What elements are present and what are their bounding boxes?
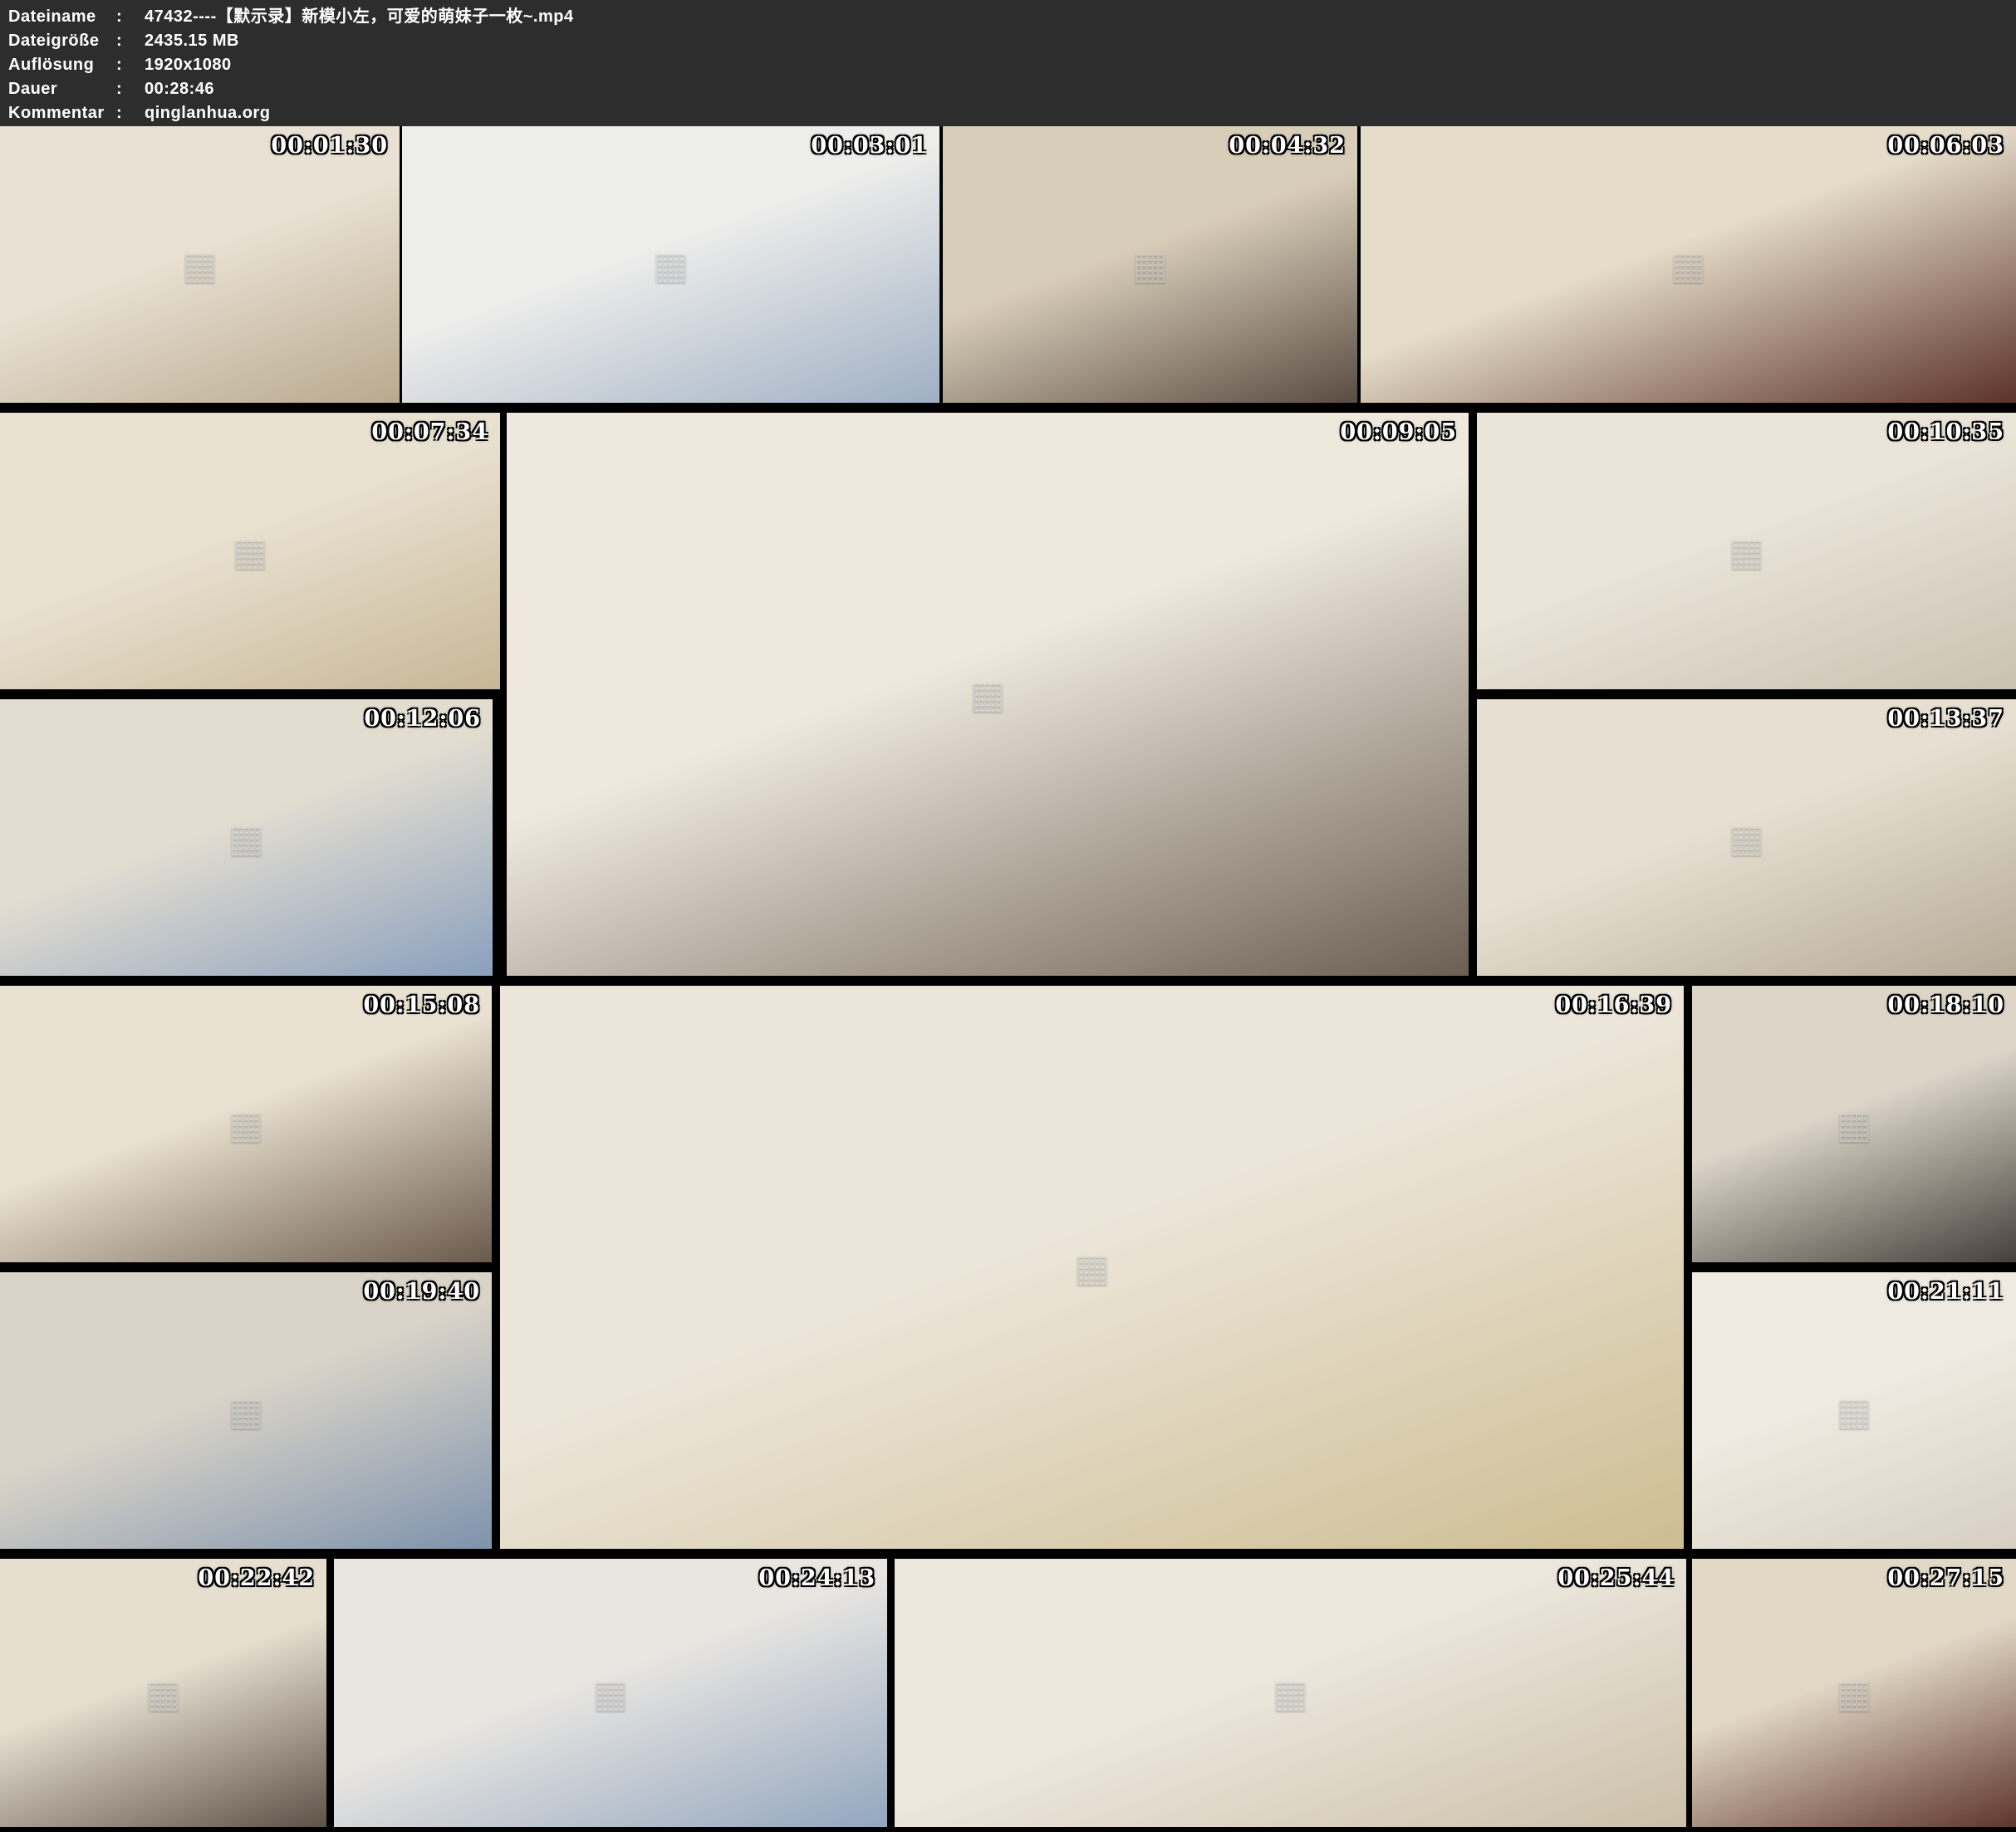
separator: : [116, 53, 145, 77]
film-frame-icon: ▦ [1836, 1102, 1871, 1147]
film-frame-icon: ▦ [1273, 1671, 1308, 1716]
file-name-label: Dateiname [8, 5, 116, 29]
timestamp-overlay: 00:22:42 [198, 1565, 315, 1591]
video-frame-thumbnail: ▦ 00:13:37 [1477, 699, 2016, 976]
file-size-label: Dateigröße [8, 29, 116, 53]
film-frame-icon: ▦ [1670, 242, 1706, 287]
video-frame-thumbnail: ▦ 00:04:32 [943, 126, 1357, 403]
separator: : [116, 5, 145, 29]
resolution-label: Auflösung [8, 53, 116, 77]
film-frame-icon: ▦ [1729, 529, 1764, 574]
file-info-header: Dateiname:47432----【默示录】新模小左，可爱的萌妹子一枚~.m… [0, 0, 2016, 126]
timestamp-overlay: 00:18:10 [1887, 992, 2004, 1018]
separator: : [116, 77, 145, 101]
film-frame-icon: ▦ [182, 242, 218, 287]
separator: : [116, 29, 145, 53]
timestamp-overlay: 00:15:08 [363, 992, 480, 1018]
resolution-row: Auflösung:1920x1080 [8, 53, 232, 77]
timestamp-overlay: 00:06:03 [1887, 133, 2004, 159]
film-frame-icon: ▦ [1074, 1245, 1110, 1290]
video-frame-thumbnail: ▦ 00:21:11 [1692, 1272, 2016, 1549]
timestamp-overlay: 00:13:37 [1887, 706, 2004, 732]
video-frame-thumbnail-large: ▦ 00:16:39 [500, 986, 1684, 1549]
video-frame-thumbnail: ▦ 00:15:08 [0, 986, 492, 1262]
timestamp-overlay: 00:01:30 [271, 133, 388, 159]
timestamp-overlay: 00:12:06 [364, 706, 481, 732]
video-frame-thumbnail: ▦ 00:01:30 [0, 126, 400, 403]
video-frame-thumbnail: ▦ 00:25:44 [895, 1559, 1686, 1827]
film-frame-icon: ▦ [653, 242, 689, 287]
duration-row: Dauer:00:28:46 [8, 77, 214, 101]
film-frame-icon: ▦ [1836, 1671, 1871, 1716]
timestamp-overlay: 00:25:44 [1557, 1565, 1675, 1591]
timestamp-overlay: 00:16:39 [1555, 992, 1672, 1018]
video-frame-thumbnail: ▦ 00:24:13 [334, 1559, 887, 1827]
film-frame-icon: ▦ [1729, 816, 1764, 860]
duration-label: Dauer [8, 77, 116, 101]
comment-label: Kommentar [8, 101, 116, 125]
timestamp-overlay: 00:10:35 [1887, 419, 2004, 445]
film-frame-icon: ▦ [969, 672, 1005, 717]
video-frame-thumbnail: ▦ 00:03:01 [402, 126, 939, 403]
comment-value: qinglanhua.org [145, 104, 270, 122]
film-frame-icon: ▦ [228, 1389, 263, 1433]
film-frame-icon: ▦ [592, 1671, 628, 1716]
duration-value: 00:28:46 [145, 80, 214, 98]
timestamp-overlay: 00:19:40 [363, 1279, 480, 1305]
timestamp-overlay: 00:21:11 [1887, 1279, 2004, 1305]
video-frame-thumbnail: ▦ 00:06:03 [1361, 126, 2016, 403]
video-frame-thumbnail: ▦ 00:22:42 [0, 1559, 326, 1827]
file-name-value: 47432----【默示录】新模小左，可爱的萌妹子一枚~.mp4 [145, 7, 574, 26]
file-name-row: Dateiname:47432----【默示录】新模小左，可爱的萌妹子一枚~.m… [8, 5, 574, 29]
video-frame-thumbnail: ▦ 00:18:10 [1692, 986, 2016, 1262]
timestamp-overlay: 00:24:13 [758, 1565, 876, 1591]
file-size-row: Dateigröße:2435.15 MB [8, 29, 239, 53]
file-size-value: 2435.15 MB [145, 32, 239, 50]
timestamp-overlay: 00:07:34 [371, 419, 488, 445]
video-frame-thumbnail-large: ▦ 00:09:05 [507, 413, 1469, 976]
film-frame-icon: ▦ [1836, 1389, 1871, 1433]
film-frame-icon: ▦ [228, 1102, 263, 1147]
timestamp-overlay: 00:09:05 [1340, 419, 1457, 445]
film-frame-icon: ▦ [228, 816, 264, 860]
timestamp-overlay: 00:03:01 [811, 133, 928, 159]
video-frame-thumbnail: ▦ 00:19:40 [0, 1272, 492, 1549]
timestamp-overlay: 00:27:15 [1887, 1565, 2004, 1591]
comment-row: Kommentar:qinglanhua.org [8, 101, 270, 125]
timestamp-overlay: 00:04:32 [1229, 133, 1346, 159]
video-frame-thumbnail: ▦ 00:12:06 [0, 699, 493, 976]
thumbnail-contact-sheet: ▦00:01:30 ▦00:03:01 ▦00:04:32 ▦00:06:03 … [0, 126, 2016, 1832]
video-frame-thumbnail: ▦ 00:10:35 [1477, 413, 2016, 689]
separator: : [116, 101, 145, 125]
video-frame-thumbnail: ▦ 00:07:34 [0, 413, 500, 689]
film-frame-icon: ▦ [232, 529, 267, 574]
resolution-value: 1920x1080 [145, 56, 232, 74]
video-frame-thumbnail: ▦ 00:27:15 [1692, 1559, 2016, 1827]
film-frame-icon: ▦ [1132, 242, 1168, 287]
film-frame-icon: ▦ [145, 1671, 181, 1716]
